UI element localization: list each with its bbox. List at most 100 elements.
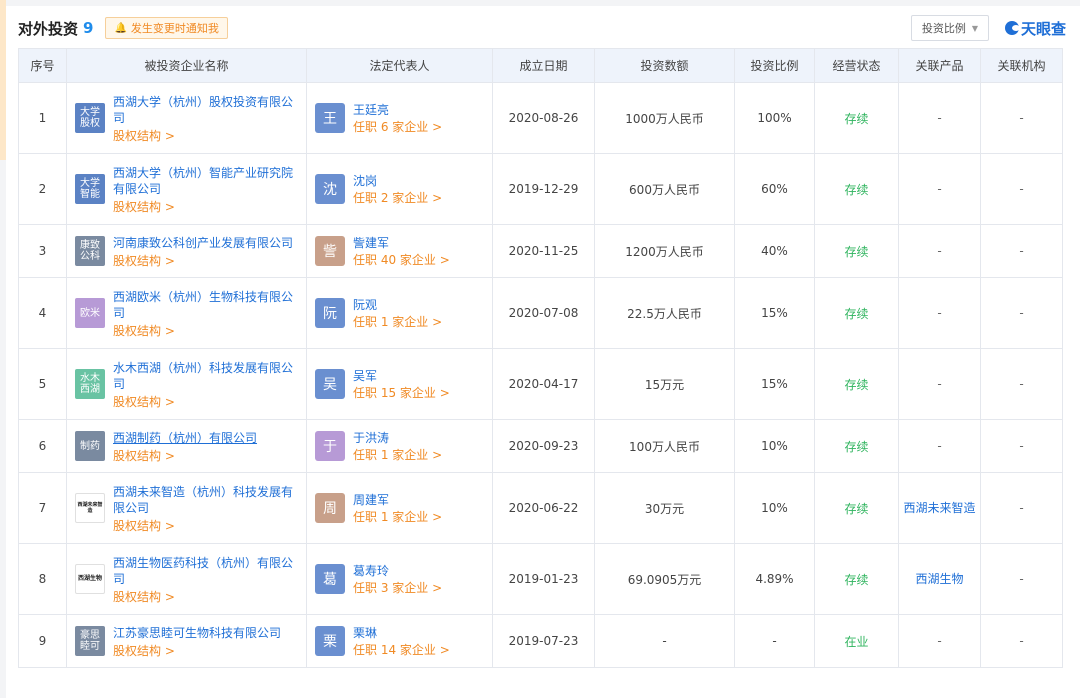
avatar[interactable]: 阮 <box>315 298 345 328</box>
legal-rep-jobs-link[interactable]: 任职 14 家企业 > <box>353 643 450 657</box>
legal-rep-jobs-link[interactable]: 任职 15 家企业 > <box>353 386 450 400</box>
notify-button[interactable]: 🔔 发生变更时通知我 <box>105 17 228 39</box>
related-product-cell: - <box>898 614 981 668</box>
company-name-link[interactable]: 西湖大学（杭州）智能产业研究院有限公司 <box>113 165 298 197</box>
col-header-company: 被投资企业名称 <box>66 48 307 83</box>
page-frame: 对外投资 9 🔔 发生变更时通知我 投资比例 ▼ 天眼查 序号 被投资企业名称 … <box>0 0 1080 698</box>
operating-status: 存续 <box>814 348 899 420</box>
founded-date: 2019-12-29 <box>492 153 595 225</box>
related-product: - <box>937 182 942 196</box>
row-number: 2 <box>18 153 67 225</box>
company-cell: 水木 西湖 水木西湖（杭州）科技发展有限公司股权结构 > <box>66 348 307 420</box>
legal-rep-name-link[interactable]: 栗琳 <box>353 626 450 640</box>
legal-rep-cell: 王王廷亮任职 6 家企业 > <box>306 82 493 154</box>
company-logo[interactable]: 水木 西湖 <box>75 369 105 399</box>
legal-rep-jobs-link[interactable]: 任职 1 家企业 > <box>353 315 442 329</box>
operating-status: 存续 <box>814 82 899 154</box>
equity-structure-link[interactable]: 股权结构 > <box>113 644 281 658</box>
related-product: - <box>937 306 942 320</box>
legal-rep-jobs-link[interactable]: 任职 3 家企业 > <box>353 581 442 595</box>
section-header: 对外投资 9 🔔 发生变更时通知我 投资比例 ▼ 天眼查 <box>18 14 1066 42</box>
company-logo[interactable]: 康致 公科 <box>75 236 105 266</box>
ratio-sort-select[interactable]: 投资比例 ▼ <box>910 15 989 41</box>
investment-ratio: 10% <box>734 472 815 544</box>
company-cell: 西湖生物 西湖生物医药科技（杭州）有限公司股权结构 > <box>66 543 307 615</box>
company-logo[interactable]: 豪思 睦可 <box>75 626 105 656</box>
related-product-cell: - <box>898 348 981 420</box>
equity-structure-link[interactable]: 股权结构 > <box>113 254 293 268</box>
avatar[interactable]: 于 <box>315 431 345 461</box>
related-org: - <box>980 543 1063 615</box>
related-product[interactable]: 西湖未来智造 <box>903 501 975 515</box>
company-name-link[interactable]: 西湖生物医药科技（杭州）有限公司 <box>113 555 298 587</box>
investment-ratio: 15% <box>734 277 815 349</box>
operating-status: 存续 <box>814 224 899 278</box>
company-logo[interactable]: 大学 股权 <box>75 103 105 133</box>
avatar[interactable]: 栗 <box>315 626 345 656</box>
investment-amount: 69.0905万元 <box>594 543 735 615</box>
company-name-link[interactable]: 江苏豪思睦可生物科技有限公司 <box>113 625 281 641</box>
equity-structure-link[interactable]: 股权结构 > <box>113 590 298 604</box>
related-product-cell: 西湖未来智造 <box>898 472 981 544</box>
legal-rep-name-link[interactable]: 王廷亮 <box>353 103 442 117</box>
equity-structure-link[interactable]: 股权结构 > <box>113 519 298 533</box>
investment-amount: 22.5万人民币 <box>594 277 735 349</box>
company-logo[interactable]: 欧米 <box>75 298 105 328</box>
company-name-link[interactable]: 水木西湖（杭州）科技发展有限公司 <box>113 360 298 392</box>
founded-date: 2019-07-23 <box>492 614 595 668</box>
table-row: 3 康致 公科 河南康致公科创产业发展有限公司 股权结构 > 訾訾建军 任职 40 家企业 … <box>18 224 1063 278</box>
related-product: - <box>937 377 942 391</box>
legal-rep-name-link[interactable]: 訾建军 <box>353 236 450 250</box>
founded-date: 2020-04-17 <box>492 348 595 420</box>
legal-rep-jobs-link[interactable]: 任职 1 家企业 > <box>353 510 442 524</box>
company-name-link[interactable]: 西湖欧米（杭州）生物科技有限公司 <box>113 289 298 321</box>
table-row: 8 西湖生物 西湖生物医药科技（杭州）有限公司 股权结构 > 葛葛寿玲 任职 3 家企业 … <box>18 543 1063 615</box>
related-org: - <box>980 419 1063 473</box>
avatar[interactable]: 周 <box>315 493 345 523</box>
operating-status: 存续 <box>814 419 899 473</box>
legal-rep-jobs-link[interactable]: 任职 6 家企业 > <box>353 120 442 134</box>
legal-rep-name-link[interactable]: 周建军 <box>353 493 442 507</box>
equity-structure-link[interactable]: 股权结构 > <box>113 449 257 463</box>
investment-amount: 1200万人民币 <box>594 224 735 278</box>
avatar[interactable]: 吴 <box>315 369 345 399</box>
legal-rep-name-link[interactable]: 阮观 <box>353 298 442 312</box>
chevron-right-icon: > <box>432 314 443 329</box>
equity-structure-link[interactable]: 股权结构 > <box>113 395 298 409</box>
investment-amount: 600万人民币 <box>594 153 735 225</box>
col-header-org: 关联机构 <box>980 48 1063 83</box>
company-logo[interactable]: 制药 <box>75 431 105 461</box>
chevron-right-icon: > <box>164 199 175 214</box>
row-number: 9 <box>18 614 67 668</box>
company-logo[interactable]: 大学 智能 <box>75 174 105 204</box>
company-logo[interactable]: 西湖未来智造 <box>75 493 105 523</box>
equity-structure-link[interactable]: 股权结构 > <box>113 324 298 338</box>
legal-rep-cell: 于于洪涛任职 1 家企业 > <box>306 419 493 473</box>
avatar[interactable]: 訾 <box>315 236 345 266</box>
legal-rep-jobs-link[interactable]: 任职 2 家企业 > <box>353 191 442 205</box>
equity-structure-link[interactable]: 股权结构 > <box>113 129 298 143</box>
related-product-cell: - <box>898 82 981 154</box>
legal-rep-jobs-link[interactable]: 任职 1 家企业 > <box>353 448 442 462</box>
legal-rep-name-link[interactable]: 吴军 <box>353 369 450 383</box>
company-name-link[interactable]: 西湖制药（杭州）有限公司 <box>113 430 257 446</box>
company-name-link[interactable]: 河南康致公科创产业发展有限公司 <box>113 235 293 251</box>
related-product[interactable]: 西湖生物 <box>915 572 963 586</box>
company-name-link[interactable]: 西湖大学（杭州）股权投资有限公司 <box>113 94 298 126</box>
legal-rep-name-link[interactable]: 葛寿玲 <box>353 564 442 578</box>
company-cell: 豪思 睦可 江苏豪思睦可生物科技有限公司 股权结构 > <box>66 614 307 668</box>
row-number: 7 <box>18 472 67 544</box>
equity-structure-link[interactable]: 股权结构 > <box>113 200 298 214</box>
row-number: 6 <box>18 419 67 473</box>
avatar[interactable]: 王 <box>315 103 345 133</box>
company-cell: 康致 公科 河南康致公科创产业发展有限公司 股权结构 > <box>66 224 307 278</box>
legal-rep-name-link[interactable]: 于洪涛 <box>353 431 442 445</box>
company-name-link[interactable]: 西湖未来智造（杭州）科技发展有限公司 <box>113 484 298 516</box>
table-row: 4 欧米 西湖欧米（杭州）生物科技有限公司 股权结构 > 阮阮观 任职 1 家企业 >20… <box>18 277 1063 349</box>
legal-rep-jobs-link[interactable]: 任职 40 家企业 > <box>353 253 450 267</box>
avatar[interactable]: 沈 <box>315 174 345 204</box>
avatar[interactable]: 葛 <box>315 564 345 594</box>
legal-rep-name-link[interactable]: 沈岗 <box>353 174 442 188</box>
related-org: - <box>980 153 1063 225</box>
company-logo[interactable]: 西湖生物 <box>75 564 105 594</box>
